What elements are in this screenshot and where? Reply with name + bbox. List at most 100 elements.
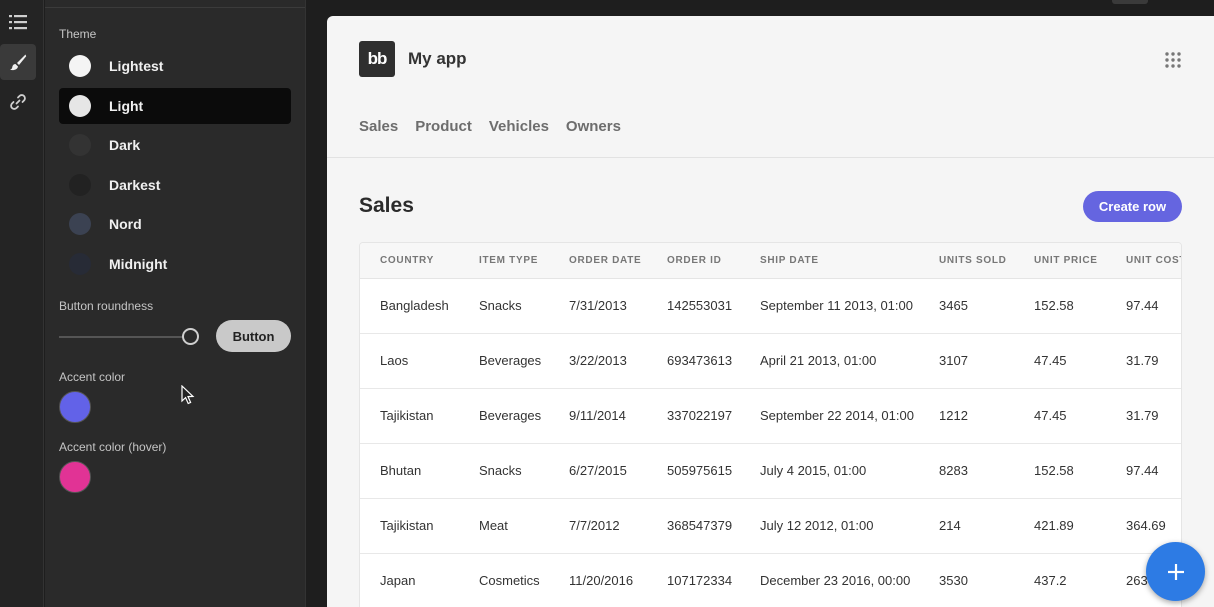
table-cell: 7/7/2012 (569, 518, 620, 533)
table-cell: September 22 2014, 01:00 (760, 408, 914, 423)
theme-button[interactable] (0, 44, 36, 80)
column-header[interactable]: ORDER ID (667, 255, 722, 266)
table-cell: April 21 2013, 01:00 (760, 353, 877, 368)
theme-swatch (69, 253, 91, 275)
theme-option-light[interactable]: Light (59, 88, 291, 124)
table-cell: 337022197 (667, 408, 733, 423)
app-logo[interactable]: bb (359, 41, 395, 77)
table-cell: 693473613 (667, 353, 733, 368)
icon-rail (0, 0, 44, 607)
table-cell: Bhutan (380, 463, 422, 478)
table-cell: 97.44 (1126, 463, 1159, 478)
table-row[interactable]: Laos Beverages 3/22/2013 693473613 April… (360, 334, 1181, 389)
table-cell: 9/11/2014 (569, 408, 626, 423)
table-row[interactable]: Bhutan Snacks 6/27/2015 505975615 July 4… (360, 444, 1181, 499)
table-cell: July 12 2012, 01:00 (760, 518, 874, 533)
table-cell: 214 (939, 518, 961, 533)
theme-settings-panel: Theme Lightest Light Dark Darkest Nord M… (45, 0, 306, 607)
column-header[interactable]: ORDER DATE (569, 255, 641, 266)
table-cell: 3465 (939, 298, 968, 313)
theme-option-label: Darkest (109, 177, 161, 193)
button-roundness-label: Button roundness (59, 299, 154, 313)
table-cell: 31.79 (1126, 353, 1159, 368)
table-cell: 8283 (939, 463, 968, 478)
theme-option-nord[interactable]: Nord (59, 206, 291, 242)
links-button[interactable] (0, 84, 36, 120)
table-cell: Beverages (479, 408, 542, 423)
table-cell: 31.79 (1126, 408, 1159, 423)
link-icon (10, 94, 26, 110)
table-cell: 6/27/2015 (569, 463, 627, 478)
table-cell: Snacks (479, 463, 522, 478)
theme-option-midnight[interactable]: Midnight (59, 246, 291, 282)
table-cell: 364.69 (1126, 518, 1166, 533)
table-cell: 7/31/2013 (569, 298, 627, 313)
table-cell: 368547379 (667, 518, 733, 533)
table-header: COUNTRY ITEM TYPE ORDER DATE ORDER ID SH… (360, 243, 1181, 279)
app-title: My app (408, 49, 467, 68)
accent-hover-color-picker[interactable] (59, 461, 91, 493)
theme-swatch (69, 95, 91, 117)
accent-color-label: Accent color (59, 370, 126, 384)
table-cell: Tajikistan (380, 518, 434, 533)
roundness-slider-track[interactable] (59, 336, 191, 338)
app-nav: Sales Product Vehicles Owners (359, 118, 621, 135)
table-cell: 97.44 (1126, 298, 1159, 313)
nav-link-sales[interactable]: Sales (359, 118, 398, 135)
table-cell: Cosmetics (479, 573, 540, 588)
table-row[interactable]: Tajikistan Meat 7/7/2012 368547379 July … (360, 499, 1181, 554)
add-component-button[interactable] (1146, 542, 1205, 601)
table-cell: 505975615 (667, 463, 733, 478)
table-cell: 3107 (939, 353, 968, 368)
column-header[interactable]: UNITS SOLD (939, 255, 1007, 266)
table-row[interactable]: Japan Cosmetics 11/20/2016 107172334 Dec… (360, 554, 1181, 607)
button-preview: Button (216, 320, 291, 352)
components-list-button[interactable] (0, 4, 36, 40)
nav-link-vehicles[interactable]: Vehicles (489, 118, 549, 135)
theme-swatch (69, 55, 91, 77)
table-cell: 47.45 (1034, 408, 1067, 423)
divider (45, 7, 305, 8)
section-title: Sales (359, 194, 414, 217)
theme-label: Theme (59, 27, 97, 41)
table-cell: 1212 (939, 408, 968, 423)
theme-option-dark[interactable]: Dark (59, 127, 291, 163)
table-cell: 152.58 (1034, 463, 1074, 478)
theme-option-lightest[interactable]: Lightest (59, 48, 291, 84)
nav-link-product[interactable]: Product (415, 118, 472, 135)
column-header[interactable]: UNIT PRICE (1034, 255, 1098, 266)
table-cell: 107172334 (667, 573, 733, 588)
table-cell: Japan (380, 573, 416, 588)
roundness-slider-thumb[interactable] (182, 328, 199, 345)
column-header[interactable]: ITEM TYPE (479, 255, 538, 266)
list-icon (9, 15, 27, 30)
table-cell: 263 (1126, 573, 1148, 588)
table-cell: September 11 2013, 01:00 (760, 298, 913, 313)
apps-grid-icon[interactable] (1165, 52, 1181, 68)
theme-option-darkest[interactable]: Darkest (59, 167, 291, 203)
table-row[interactable]: Bangladesh Snacks 7/31/2013 142553031 Se… (360, 279, 1181, 334)
topbar-control[interactable] (1112, 0, 1148, 4)
table-cell: 11/20/2016 (569, 573, 634, 588)
create-row-button[interactable]: Create row (1083, 191, 1182, 222)
table-cell: 142553031 (667, 298, 733, 313)
table-row[interactable]: Tajikistan Beverages 9/11/2014 337022197… (360, 389, 1181, 444)
table-cell: 421.89 (1034, 518, 1074, 533)
plus-icon (1167, 563, 1184, 580)
theme-swatch (69, 134, 91, 156)
table-cell: Tajikistan (380, 408, 434, 423)
accent-hover-label: Accent color (hover) (59, 440, 167, 454)
column-header[interactable]: COUNTRY (380, 255, 434, 266)
column-header[interactable]: UNIT COST (1126, 255, 1181, 266)
accent-color-picker[interactable] (59, 391, 91, 423)
table-cell: Bangladesh (380, 298, 449, 313)
table-cell: Beverages (479, 353, 542, 368)
table-cell: 152.58 (1034, 298, 1074, 313)
nav-link-owners[interactable]: Owners (566, 118, 621, 135)
table-cell: Snacks (479, 298, 522, 313)
theme-option-label: Nord (109, 216, 142, 232)
column-header[interactable]: SHIP DATE (760, 255, 819, 266)
app-preview: bb My app Sales Product Vehicles Owners … (327, 16, 1214, 607)
table-cell: 437.2 (1034, 573, 1067, 588)
theme-swatch (69, 174, 91, 196)
